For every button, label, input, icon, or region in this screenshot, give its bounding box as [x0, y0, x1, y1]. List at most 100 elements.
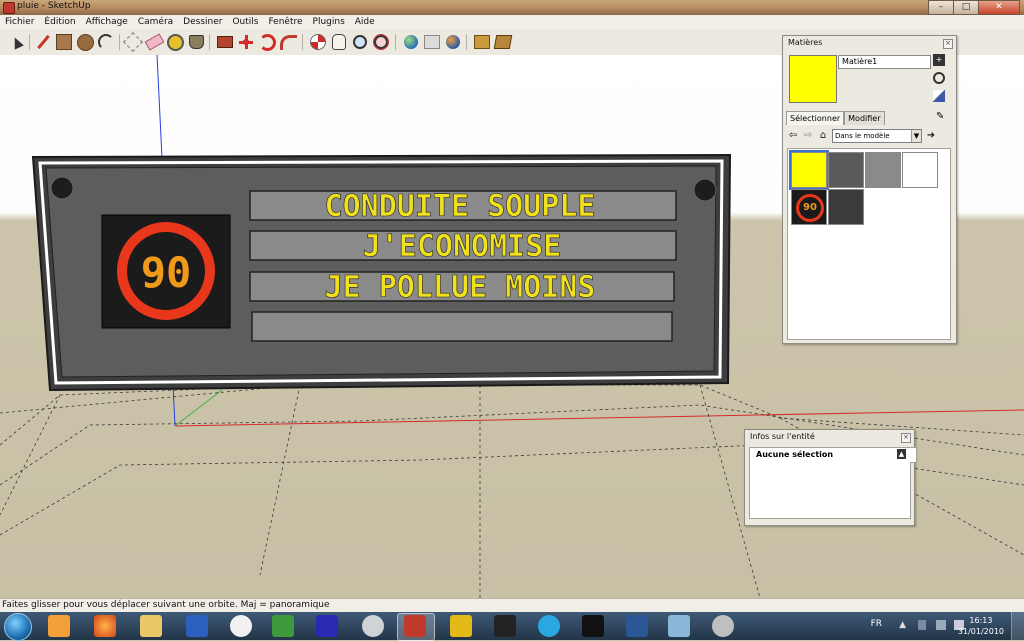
- orbit-icon[interactable]: [309, 33, 327, 51]
- app-helmet-icon[interactable]: [450, 615, 472, 637]
- google-earth-icon[interactable]: [402, 33, 420, 51]
- app-bars-icon[interactable]: [316, 615, 338, 637]
- toggle-details-icon[interactable]: ▲: [897, 449, 906, 459]
- current-material-preview: [789, 55, 837, 103]
- create-material-icon[interactable]: +: [933, 54, 945, 66]
- make-component-icon[interactable]: [123, 32, 143, 52]
- tape-measure-icon[interactable]: [166, 33, 184, 51]
- library-select-value: Dans le modèle: [835, 132, 890, 140]
- eyedropper-icon[interactable]: ✎: [936, 111, 946, 123]
- chevron-down-icon: ▼: [911, 130, 921, 142]
- green-axis: [174, 389, 223, 427]
- status-text: Faites glisser pour vous déplacer suivan…: [2, 600, 330, 610]
- status-bar: Faites glisser pour vous déplacer suivan…: [0, 598, 1024, 613]
- app-monitor-icon[interactable]: [494, 615, 516, 637]
- rectangle-icon[interactable]: [55, 33, 73, 51]
- show-desktop-button[interactable]: [1011, 612, 1024, 640]
- language-indicator[interactable]: FR: [871, 619, 882, 629]
- tab-selectionner[interactable]: Sélectionner: [786, 111, 845, 125]
- swatch-charcoal[interactable]: [828, 189, 864, 225]
- library-select[interactable]: Dans le modèle ▼: [832, 129, 922, 143]
- menu-aide[interactable]: Aide: [350, 17, 380, 27]
- eraser-icon[interactable]: [144, 33, 164, 51]
- toggle-terrain-icon[interactable]: [444, 33, 462, 51]
- counter-strike-icon[interactable]: [362, 615, 384, 637]
- home-icon[interactable]: ⌂: [817, 130, 829, 142]
- word-icon[interactable]: [626, 615, 648, 637]
- zoom-extents-icon[interactable]: [372, 33, 390, 51]
- menu-affichage[interactable]: Affichage: [81, 17, 133, 27]
- menu-camera[interactable]: Caméra: [133, 17, 178, 27]
- sample-paint-icon[interactable]: [933, 90, 945, 102]
- swatch-white[interactable]: [902, 152, 938, 188]
- entity-info-panel-title: Infos sur l'entité: [750, 432, 815, 441]
- app-2-icon[interactable]: [272, 615, 294, 637]
- menu-plugins[interactable]: Plugins: [308, 17, 350, 27]
- menu-fichier[interactable]: Fichier: [0, 17, 39, 27]
- pan-icon[interactable]: [330, 33, 348, 51]
- red-axis: [174, 409, 1024, 427]
- app-disc-icon[interactable]: [712, 615, 734, 637]
- move-icon[interactable]: [237, 33, 255, 51]
- select-icon[interactable]: [8, 33, 26, 51]
- title-bar: pluie - SketchUp – □ ✕: [0, 0, 1024, 15]
- materials-panel-close-button[interactable]: ×: [943, 39, 953, 49]
- push-pull-icon[interactable]: [216, 33, 234, 51]
- zoom-icon[interactable]: [351, 33, 369, 51]
- back-arrow-icon[interactable]: ⇦: [787, 130, 799, 142]
- menu-dessiner[interactable]: Dessiner: [178, 17, 227, 27]
- firefox-icon[interactable]: [94, 615, 116, 637]
- start-button[interactable]: [4, 613, 32, 641]
- speed-limit-value: 90: [141, 248, 192, 297]
- minimize-button[interactable]: –: [928, 0, 954, 15]
- swatch-dark-gray[interactable]: [828, 152, 864, 188]
- message-line-4-bg: [251, 311, 673, 342]
- window-title: pluie - SketchUp: [17, 1, 91, 11]
- details-arrow-icon[interactable]: ➜: [925, 130, 937, 142]
- sketchup-taskbar-icon: [404, 615, 426, 637]
- entity-info-panel: Infos sur l'entité × Aucune sélection ▲: [744, 429, 917, 526]
- app-window-icon[interactable]: [668, 615, 690, 637]
- menu-edition[interactable]: Édition: [39, 17, 80, 27]
- maximize-button[interactable]: □: [953, 0, 979, 15]
- clock[interactable]: 16:13 31/01/2010: [958, 615, 1004, 637]
- clock-time: 16:13: [969, 616, 993, 625]
- entity-info-body: [749, 462, 911, 519]
- circle-icon[interactable]: [76, 33, 94, 51]
- get-models-icon[interactable]: [473, 33, 491, 51]
- entity-info-panel-close-button[interactable]: ×: [901, 433, 911, 443]
- media-player-icon[interactable]: [48, 615, 70, 637]
- tray-flag-icon[interactable]: [918, 620, 926, 630]
- rotate-icon[interactable]: [258, 33, 276, 51]
- menu-outils[interactable]: Outils: [227, 17, 263, 27]
- add-location-icon[interactable]: [423, 33, 441, 51]
- default-material-icon[interactable]: [933, 72, 945, 84]
- materials-panel-title: Matières: [788, 38, 823, 47]
- arc-icon[interactable]: [97, 33, 115, 51]
- swatch-gray[interactable]: [865, 152, 901, 188]
- share-model-icon[interactable]: [493, 33, 513, 51]
- tray-network-icon[interactable]: [936, 620, 946, 630]
- forward-arrow-icon[interactable]: ⇨: [802, 130, 814, 142]
- follow-me-icon[interactable]: [279, 33, 297, 51]
- material-name-field[interactable]: Matière1: [838, 55, 931, 69]
- tab-modifier[interactable]: Modifier: [844, 111, 885, 125]
- message-line-3: JE POLLUE MOINS: [325, 270, 596, 305]
- panda-icon[interactable]: [230, 615, 252, 637]
- materials-panel: Matières × Matière1 + Sélectionner Modif…: [782, 35, 957, 344]
- app-a-icon[interactable]: [186, 615, 208, 637]
- swatch-yellow[interactable]: [789, 150, 829, 190]
- pencil-line-icon[interactable]: [34, 33, 52, 51]
- menu-fenetre[interactable]: Fenêtre: [263, 17, 307, 27]
- paint-bucket-icon[interactable]: [187, 33, 205, 51]
- tray-expand-icon[interactable]: ▲: [899, 620, 906, 630]
- explorer-icon[interactable]: [140, 615, 162, 637]
- bolt-left: [50, 176, 74, 200]
- bolt-right: [693, 178, 717, 202]
- swatch-speed-sign-texture[interactable]: 90: [791, 189, 827, 225]
- skype-icon[interactable]: [538, 615, 560, 637]
- close-button[interactable]: ✕: [978, 0, 1020, 15]
- message-line-1: CONDUITE SOUPLE: [325, 189, 596, 224]
- material-swatch-grid: 90: [787, 148, 951, 340]
- steam-icon[interactable]: [582, 615, 604, 637]
